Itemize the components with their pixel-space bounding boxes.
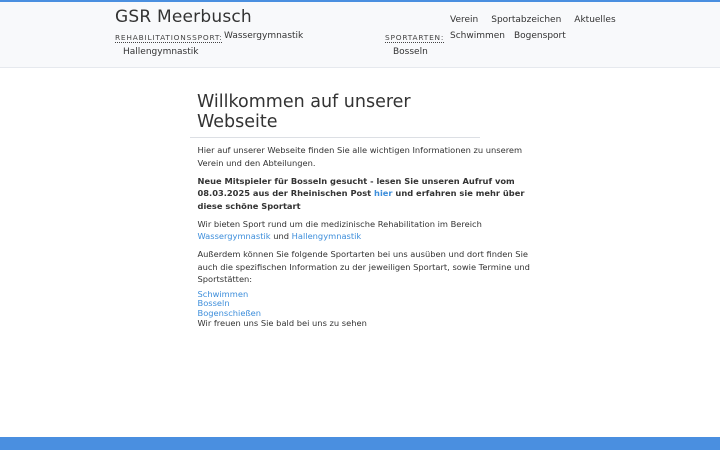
nav-group-label-sportarten[interactable]: SPORTARTEN: xyxy=(385,33,444,42)
sport-link-list: Schwimmen Bosseln Bogenschießen xyxy=(198,289,531,319)
site-title[interactable]: GSR Meerbusch xyxy=(115,7,252,27)
main-content: Willkommen auf unserer Webseite Hier auf… xyxy=(190,87,530,335)
nav-aktuelles[interactable]: Aktuelles xyxy=(574,15,615,25)
rehab-text: Wir bieten Sport rund um die medizinisch… xyxy=(197,218,482,229)
site-header: GSR Meerbusch Verein Sportabzeichen Aktu… xyxy=(0,2,720,68)
sports-paragraph: Außerdem können Sie folgende Sportarten … xyxy=(197,249,530,284)
closing-text: Wir freuen uns Sie bald bei uns zu sehen xyxy=(197,318,367,329)
rehab-paragraph: Wir bieten Sport rund um die medizinisch… xyxy=(198,218,531,243)
main-nav: Verein Sportabzeichen Aktuelles xyxy=(450,15,629,25)
sport-link-bogenschiessen[interactable]: Bogenschießen xyxy=(198,308,531,319)
nav-bogensport[interactable]: Bogensport xyxy=(514,31,566,41)
nav-bosseln[interactable]: Bosseln xyxy=(393,47,428,57)
notice-paragraph: Neue Mitspieler für Bosseln gesucht - le… xyxy=(198,175,531,213)
nav-schwimmen[interactable]: Schwimmen xyxy=(450,31,505,41)
nav-verein[interactable]: Verein xyxy=(450,15,478,25)
intro-paragraph: Hier auf unserer Webseite finden Sie all… xyxy=(197,145,523,168)
article-body: Hier auf unserer Webseite finden Sie all… xyxy=(190,138,530,329)
nav-group-label-rehab[interactable]: REHABILITATIONSSPORT: xyxy=(115,33,223,42)
page-title: Willkommen auf unserer Webseite xyxy=(190,87,480,138)
nav-sportabzeichen[interactable]: Sportabzeichen xyxy=(491,15,561,25)
nav-hallengymnastik[interactable]: Hallengymnastik xyxy=(123,47,198,57)
rehab-connector: und xyxy=(273,231,289,241)
site-footer xyxy=(0,437,720,450)
notice-article-link[interactable]: hier xyxy=(374,188,392,198)
rehab-link-wassergymnastik[interactable]: Wassergymnastik xyxy=(198,231,271,241)
rehab-link-hallengymnastik[interactable]: Hallengymnastik xyxy=(292,231,362,241)
nav-wassergymnastik[interactable]: Wassergymnastik xyxy=(224,31,303,41)
sport-link-schwimmen[interactable]: Schwimmen xyxy=(198,289,531,300)
